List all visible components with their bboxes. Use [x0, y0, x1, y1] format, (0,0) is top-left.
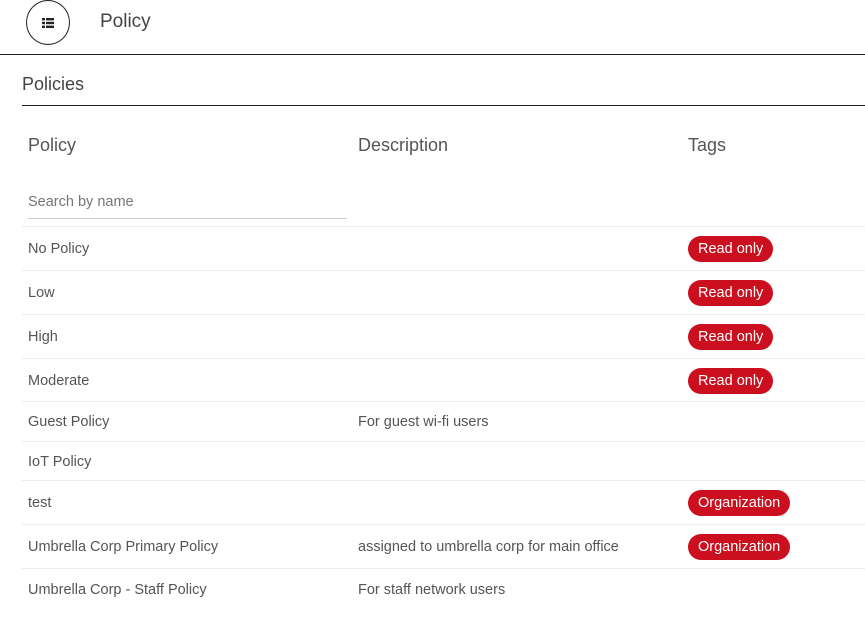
tag-badge: Read only [688, 324, 774, 350]
policy-name: Umbrella Corp - Staff Policy [28, 581, 207, 598]
table-row[interactable]: Umbrella Corp - Staff Policy For staff ne… [22, 568, 865, 610]
table-row[interactable]: Moderate Read only [22, 358, 865, 402]
column-header-tags[interactable]: Tags [688, 135, 726, 156]
policy-name: test [28, 495, 52, 511]
policy-name: Moderate [28, 372, 90, 389]
policy-name: Umbrella Corp Primary Policy [28, 539, 219, 555]
policy-description: For guest wi-fi users [358, 414, 489, 430]
policy-description: assigned to umbrella corp for main offic… [358, 539, 619, 555]
tag-badge: Organization [688, 490, 791, 516]
table-row[interactable]: Guest Policy For guest wi-fi users [22, 401, 865, 442]
column-header-policy[interactable]: Policy [28, 135, 76, 156]
table-row[interactable]: High Read only [22, 314, 865, 359]
policy-name: High [28, 329, 58, 345]
tag-badge: Read only [688, 236, 774, 262]
section-divider [22, 105, 865, 106]
column-header-description[interactable]: Description [358, 135, 448, 156]
table-row[interactable]: Umbrella Corp Primary Policy assigned to … [22, 524, 865, 569]
menu-button[interactable] [26, 0, 70, 45]
search-input[interactable] [28, 186, 347, 219]
page-title: Policy [100, 11, 151, 32]
policy-name: Guest Policy [28, 414, 110, 430]
table-row[interactable]: No Policy Read only [22, 226, 865, 271]
policy-name: No Policy [28, 241, 90, 257]
policy-tag: Read only [688, 280, 774, 306]
policy-tag: Read only [688, 367, 774, 394]
tag-badge: Organization [688, 534, 791, 560]
list-icon [42, 17, 54, 28]
tag-badge: Read only [688, 280, 774, 306]
policy-name: IoT Policy [28, 453, 92, 470]
section-title: Policies [22, 74, 85, 94]
tag-badge: Read only [688, 367, 774, 394]
policy-tag: Organization [688, 490, 791, 516]
policy-tag: Read only [688, 324, 774, 350]
policy-name: Low [28, 285, 55, 301]
policy-description: For staff network users [358, 581, 506, 598]
top-bar: Policy [0, 0, 865, 55]
table-row[interactable]: IoT Policy [22, 441, 865, 481]
table-row[interactable]: test Organization [22, 480, 865, 525]
table-row[interactable]: Low Read only [22, 270, 865, 315]
policy-tag: Organization [688, 534, 791, 560]
policy-tag: Read only [688, 236, 774, 262]
